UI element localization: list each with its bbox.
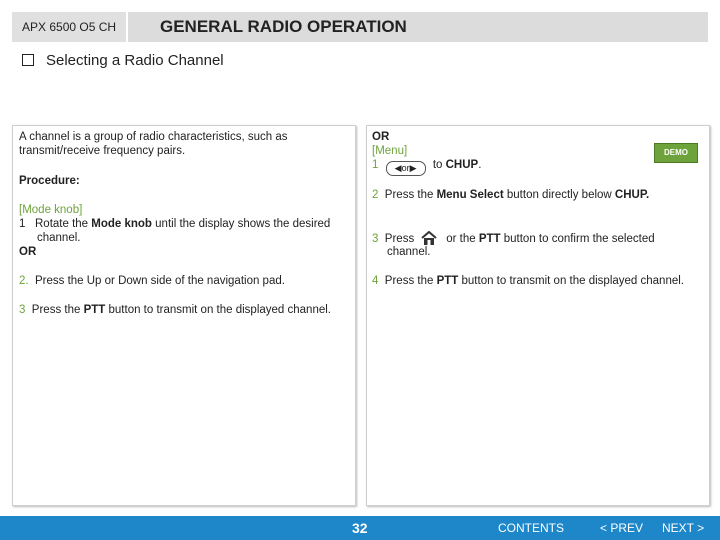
footer-bar: 32 CONTENTS < PREV NEXT > [0,516,720,540]
step-text: button to transmit on the displayed chan… [458,275,684,287]
step-text: Press the Up or Down side of the navigat… [34,275,285,287]
step-text: Press the [384,275,437,287]
right-step-3-cont: channel. [387,246,431,258]
step-text: until the display shows the desired [151,218,331,230]
step-number: 2. [19,275,29,287]
step-text: Press the [31,304,84,316]
page-number: 32 [352,520,368,536]
step-bold: PTT [478,233,501,245]
step-number: 3 [19,304,26,316]
section-title: Selecting a Radio Channel [46,52,224,69]
left-step-2: 2. Press the Up or Down side of the navi… [19,274,285,288]
mode-knob-label: [Mode knob] [19,204,83,216]
left-or: OR [19,246,37,258]
page-title: GENERAL RADIO OPERATION [128,12,708,42]
step-bold: Menu Select [436,189,504,201]
right-panel [366,125,710,506]
step-number: 1 [372,159,379,171]
section-heading: Selecting a Radio Channel [22,52,224,69]
prev-link[interactable]: < PREV [600,516,643,540]
contents-link[interactable]: CONTENTS [498,516,564,540]
right-step-4: 4 Press the PTT button to transmit on th… [372,274,684,288]
left-step-1-cont: channel. [37,232,81,244]
menu-label: [Menu] [372,145,408,157]
right-or: OR [372,131,390,143]
step-bold: PTT [436,275,459,287]
next-link[interactable]: NEXT > [662,516,704,540]
step-text: . [478,159,482,171]
right-step-2: 2 Press the Menu Select button directly … [372,188,649,202]
step-number: 1 [19,218,26,230]
step-bold: CHUP [445,159,479,171]
demo-button[interactable]: DEMO [654,143,698,163]
step-number: 2 [372,189,379,201]
model-label: APX 6500 O5 CH [12,12,126,42]
step-text: Rotate the [35,218,92,230]
left-step-1: 1 Rotate the Mode knob until the display… [19,217,354,231]
step-number: 3 [372,233,379,245]
checkbox-bullet-icon [22,54,34,66]
step-number: 4 [372,275,379,287]
step-text: or the [446,233,479,245]
step-text: button to transmit on the displayed chan… [105,304,331,316]
step-text: button directly below [503,189,615,201]
right-step-3: 3 Press or the PTT button to confirm the … [372,230,706,246]
step-text: Press the [384,189,437,201]
step-bold: PTT [83,304,106,316]
home-icon [420,230,438,245]
right-step-1: 1 ◀or▶ to CHUP. [372,158,481,176]
intro-text: A channel is a group of radio characteri… [19,131,288,157]
step-text: button to confirm the selected [500,233,655,245]
left-step-3: 3 Press the PTT button to transmit on th… [19,303,331,317]
step-text: Press [384,233,415,245]
step-bold: Mode knob [91,218,152,230]
step-text: to [432,159,446,171]
step-bold: CHUP. [614,189,650,201]
navigation-pad-icon: ◀or▶ [385,161,426,176]
procedure-label: Procedure: [19,175,80,187]
